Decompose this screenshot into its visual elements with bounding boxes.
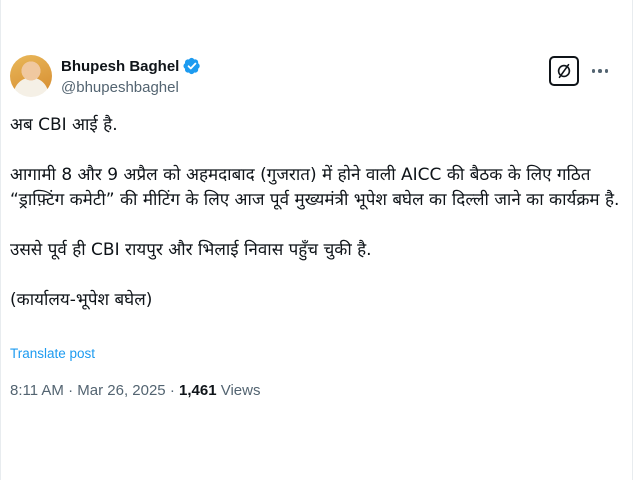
dot [604,69,609,73]
verified-badge-icon[interactable] [183,57,201,75]
views-count: 1,461 [179,382,217,399]
grok-icon[interactable] [549,56,579,86]
post-paragraph: आगामी 8 और 9 अप्रैल को अहमदाबाद (गुजरात)… [10,165,620,210]
author-avatar[interactable] [10,55,52,97]
post-paragraph: उससे पूर्व ही CBI रायपुर और भिलाई निवास … [10,240,372,260]
dot [591,69,596,73]
post-time[interactable]: 8:11 AM [10,382,64,399]
author-name-row: Bhupesh Baghel [61,57,201,75]
left-divider [0,0,1,480]
post-meta: 8:11 AM · Mar 26, 2025 · 1,461 Views [10,382,260,399]
views-label: Views [220,382,261,399]
author-handle[interactable]: @bhupeshbaghel [61,79,179,96]
meta-separator: · [68,382,74,399]
more-options-icon[interactable] [589,60,611,82]
author-name[interactable]: Bhupesh Baghel [61,58,179,75]
post-text: अब CBI आई है. आगामी 8 और 9 अप्रैल को अहम… [10,113,626,338]
translate-post-link[interactable]: Translate post [10,346,95,361]
right-divider [632,0,633,480]
post-paragraph: (कार्यालय-भूपेश बघेल) [10,290,153,310]
meta-separator: · [169,382,175,399]
dot [598,69,602,73]
post-paragraph: अब CBI आई है. [10,115,118,135]
post-date[interactable]: Mar 26, 2025 [77,382,165,399]
